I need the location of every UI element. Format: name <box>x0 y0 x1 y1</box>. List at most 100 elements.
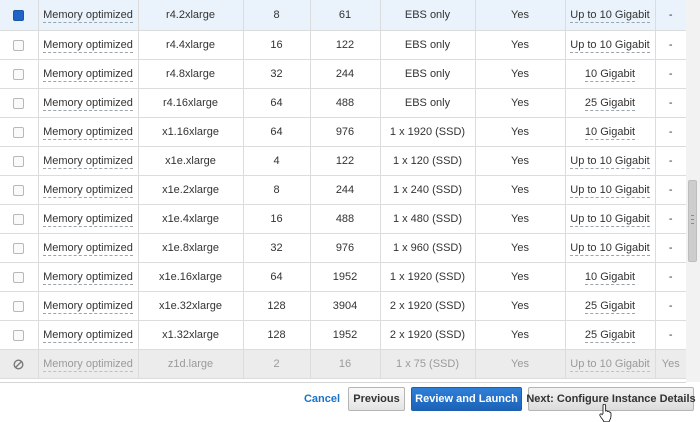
instance-type-value: x1e.8xlarge <box>162 242 219 254</box>
instance-family-cell: Memory optimized <box>38 320 139 350</box>
network-performance-value[interactable]: Up to 10 Gigabit <box>570 184 650 198</box>
row-select-checkbox[interactable] <box>13 213 25 225</box>
row-select-checkbox[interactable] <box>13 126 25 138</box>
instance-family-value[interactable]: Memory optimized <box>43 39 133 53</box>
network-performance-value[interactable]: Up to 10 Gigabit <box>570 213 650 227</box>
network-performance-value[interactable]: 25 Gigabit <box>584 97 636 111</box>
table-row[interactable]: Memory optimized r4.8xlarge 32 244 EBS only Y… <box>0 59 686 89</box>
instance-type-cell: z1d.large <box>138 349 244 379</box>
network-performance-value[interactable]: 25 Gigabit <box>584 300 636 314</box>
instance-type-cell: x1e.4xlarge <box>138 204 244 234</box>
row-select-checkbox[interactable] <box>13 329 25 341</box>
instance-storage-value: EBS only <box>404 9 451 21</box>
memory-cell: 244 <box>310 59 381 89</box>
instance-family-value[interactable]: Memory optimized <box>43 300 133 314</box>
row-select-checkbox[interactable] <box>13 300 25 312</box>
table-row[interactable]: Memory optimized x1e.xlarge 4 122 1 x 120 (S… <box>0 146 686 176</box>
network-performance-cell: 25 Gigabit <box>565 320 656 350</box>
row-select-checkbox[interactable] <box>13 9 25 21</box>
table-row[interactable]: Memory optimized x1e.4xlarge 16 488 1 x 480 … <box>0 204 686 234</box>
instance-family-value[interactable]: Memory optimized <box>43 242 133 256</box>
scrollbar-thumb[interactable] <box>688 180 697 262</box>
table-row[interactable]: Memory optimized r4.16xlarge 64 488 EBS only… <box>0 88 686 118</box>
ebs-optimized-value: Yes <box>511 300 529 312</box>
table-row[interactable]: Memory optimized x1e.8xlarge 32 976 1 x 960 … <box>0 233 686 263</box>
ebs-optimized-cell: Yes <box>475 117 566 147</box>
ebs-optimized-value: Yes <box>511 271 529 283</box>
select-cell <box>0 117 39 147</box>
instance-type-cell: x1e.32xlarge <box>138 291 244 321</box>
instance-type-cell: r4.2xlarge <box>138 0 244 31</box>
ebs-optimized-value: Yes <box>511 242 529 254</box>
table-scrollbar[interactable] <box>686 0 700 382</box>
instance-family-value[interactable]: Memory optimized <box>43 213 133 227</box>
table-row[interactable]: Memory optimized x1e.16xlarge 64 1952 1 x 19… <box>0 262 686 292</box>
instance-family-value[interactable]: Memory optimized <box>43 271 133 285</box>
network-performance-value[interactable]: Up to 10 Gigabit <box>570 155 650 169</box>
instance-family-value[interactable]: Memory optimized <box>43 358 133 372</box>
wizard-footer: Cancel Previous Review and Launch Next: … <box>0 382 700 422</box>
network-performance-value[interactable]: Up to 10 Gigabit <box>570 9 650 23</box>
previous-button[interactable]: Previous <box>348 387 405 411</box>
instance-family-value[interactable]: Memory optimized <box>43 329 133 343</box>
instance-family-value[interactable]: Memory optimized <box>43 184 133 198</box>
network-performance-value[interactable]: Up to 10 Gigabit <box>570 39 650 53</box>
network-performance-cell: Up to 10 Gigabit <box>565 349 656 379</box>
instance-family-cell: Memory optimized <box>38 59 139 89</box>
instance-type-value: r4.16xlarge <box>162 97 219 109</box>
ebs-optimized-cell: Yes <box>475 291 566 321</box>
select-cell <box>0 175 39 205</box>
instance-family-value[interactable]: Memory optimized <box>43 155 133 169</box>
network-performance-cell: Up to 10 Gigabit <box>565 233 656 263</box>
network-performance-value[interactable]: Up to 10 Gigabit <box>570 242 650 256</box>
memory-cell: 976 <box>310 117 381 147</box>
select-cell <box>0 320 39 350</box>
review-and-launch-button[interactable]: Review and Launch <box>411 387 522 411</box>
network-performance-value[interactable]: Up to 10 Gigabit <box>570 358 650 372</box>
network-performance-value[interactable]: 10 Gigabit <box>584 68 636 82</box>
network-performance-cell: Up to 10 Gigabit <box>565 204 656 234</box>
memory-cell: 488 <box>310 204 381 234</box>
ebs-optimized-cell: Yes <box>475 349 566 379</box>
ipv6-support-cell: - <box>655 0 686 31</box>
memory-cell: 16 <box>310 349 381 379</box>
instance-storage-value: 1 x 960 (SSD) <box>392 242 463 254</box>
instance-type-value: x1e.32xlarge <box>159 300 222 312</box>
table-row[interactable]: Memory optimized x1.16xlarge 64 976 1 x 1920… <box>0 117 686 147</box>
row-select-checkbox[interactable] <box>13 39 25 51</box>
instance-storage-value: 2 x 1920 (SSD) <box>389 300 466 312</box>
cancel-button[interactable]: Cancel <box>299 387 345 411</box>
row-select-checkbox[interactable] <box>13 155 25 167</box>
vcpus-value: 32 <box>270 68 283 80</box>
table-row[interactable]: Memory optimized x1e.2xlarge 8 244 1 x 240 (… <box>0 175 686 205</box>
memory-value: 1952 <box>332 329 358 341</box>
select-cell <box>0 233 39 263</box>
table-row[interactable]: Memory optimized r4.4xlarge 16 122 EBS only Y… <box>0 30 686 60</box>
instance-family-value[interactable]: Memory optimized <box>43 9 133 23</box>
instance-family-value[interactable]: Memory optimized <box>43 126 133 140</box>
instance-family-value[interactable]: Memory optimized <box>43 68 133 82</box>
ipv6-support-cell: - <box>655 320 686 350</box>
instance-family-value[interactable]: Memory optimized <box>43 97 133 111</box>
instance-type-value: x1e.4xlarge <box>162 213 219 225</box>
instance-type-cell: r4.16xlarge <box>138 88 244 118</box>
network-performance-value[interactable]: 10 Gigabit <box>584 126 636 140</box>
table-row[interactable]: Memory optimized r4.2xlarge 8 61 EBS only Yes… <box>0 0 686 31</box>
ipv6-support-value: - <box>668 126 673 138</box>
instance-type-cell: r4.4xlarge <box>138 30 244 60</box>
table-row[interactable]: Memory optimized x1.32xlarge 128 1952 2 x 19… <box>0 320 686 350</box>
row-select-checkbox[interactable] <box>13 184 25 196</box>
network-performance-value[interactable]: 25 Gigabit <box>584 329 636 343</box>
row-select-checkbox[interactable] <box>13 68 25 80</box>
instance-storage-cell: EBS only <box>380 88 476 118</box>
memory-cell: 1952 <box>310 320 381 350</box>
row-select-checkbox[interactable] <box>13 242 25 254</box>
row-select-checkbox[interactable] <box>13 271 25 283</box>
instance-storage-cell: 1 x 240 (SSD) <box>380 175 476 205</box>
vcpus-cell: 2 <box>243 349 311 379</box>
select-cell <box>0 204 39 234</box>
row-select-checkbox[interactable] <box>13 97 25 109</box>
table-row[interactable]: Memory optimized x1e.32xlarge 128 3904 2 x 1… <box>0 291 686 321</box>
network-performance-value[interactable]: 10 Gigabit <box>584 271 636 285</box>
memory-value: 976 <box>335 242 355 254</box>
